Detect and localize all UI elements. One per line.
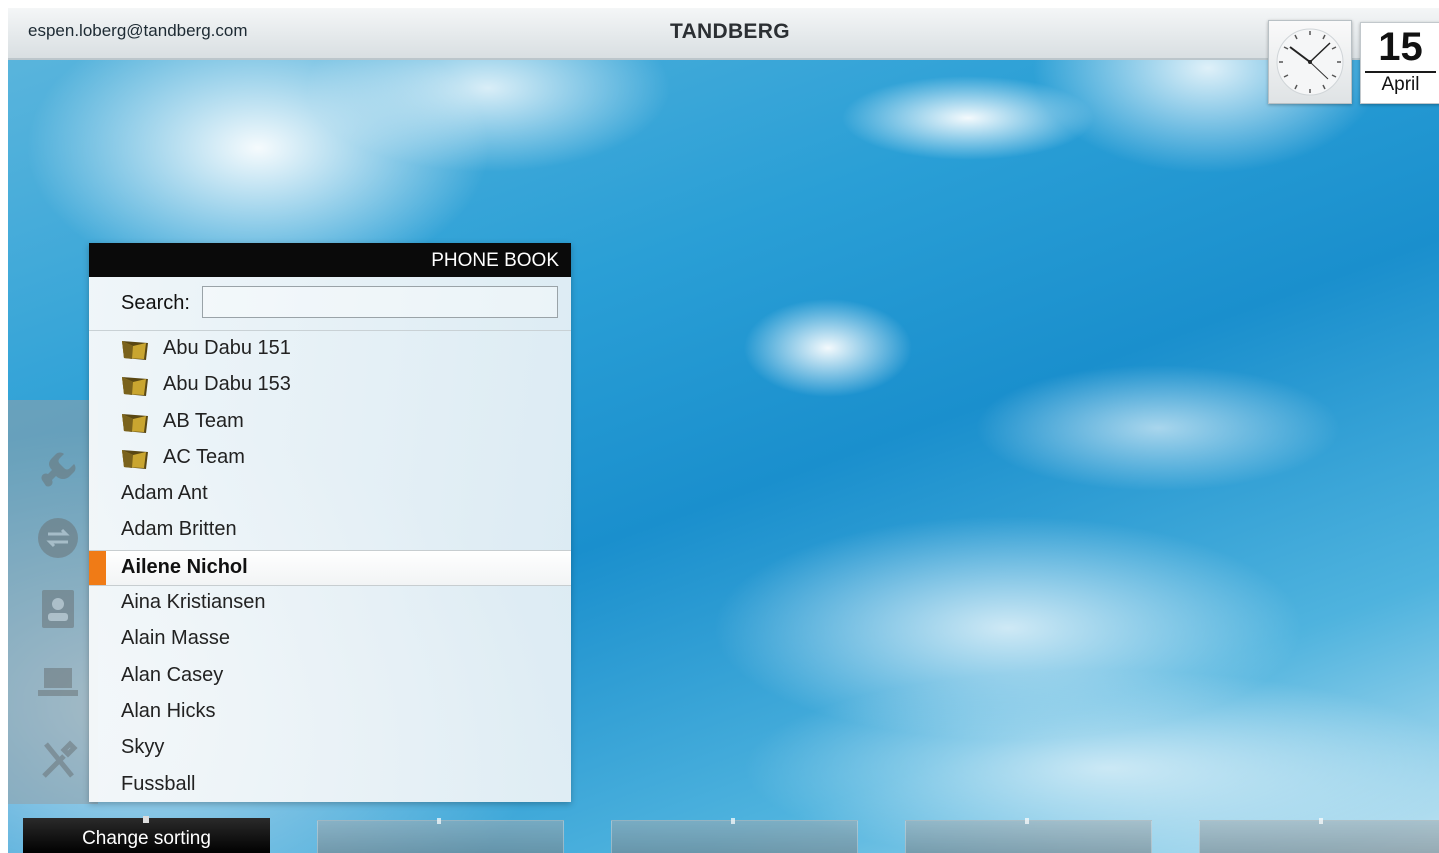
- list-item-label: Alan Hicks: [121, 699, 216, 722]
- list-item-label: Abu Dabu 153: [163, 373, 291, 396]
- top-bar: espen.loberg@tandberg.com TANDBERG: [8, 8, 1439, 60]
- swap-icon[interactable]: [34, 514, 82, 562]
- list-item-label: Aina Kristiansen: [121, 591, 266, 614]
- list-item-label: AC Team: [163, 445, 245, 468]
- softkey-3[interactable]: [611, 818, 858, 853]
- phone-book-list: Abu Dabu 151 Abu Dabu 153 AB Team AC Tea…: [89, 332, 571, 804]
- phone-book-panel: PHONE BOOK Search: Abu Dabu 151 Abu Dabu…: [89, 243, 571, 802]
- contact-item[interactable]: Adam Ant: [89, 477, 571, 513]
- user-email: espen.loberg@tandberg.com: [28, 21, 248, 40]
- panel-title: PHONE BOOK: [89, 243, 571, 277]
- folder-icon: [122, 341, 148, 360]
- laptop-icon[interactable]: [34, 658, 82, 706]
- list-item-label: Alain Masse: [121, 627, 230, 650]
- folder-icon: [122, 377, 148, 397]
- folder-icon: [122, 413, 148, 433]
- date-month: April: [1365, 71, 1436, 97]
- contact-card-icon[interactable]: [34, 584, 82, 632]
- search-label: Search:: [121, 292, 190, 314]
- list-item-label: Adam Britten: [121, 518, 237, 541]
- desktop-background: espen.loberg@tandberg.com TANDBERG 15 Ap…: [8, 8, 1439, 853]
- softkey-4[interactable]: [905, 818, 1152, 853]
- folder-item[interactable]: Abu Dabu 153: [89, 368, 571, 404]
- list-item-label: Skyy: [121, 736, 165, 759]
- contact-item[interactable]: Alan Casey: [89, 659, 571, 695]
- folder-item[interactable]: AC Team: [89, 441, 571, 477]
- softkey-5[interactable]: [1199, 818, 1439, 853]
- selection-marker: [89, 550, 106, 586]
- search-input[interactable]: [202, 286, 558, 318]
- folder-item[interactable]: Abu Dabu 151: [89, 332, 571, 368]
- contact-item[interactable]: Alain Masse: [89, 622, 571, 658]
- contact-item[interactable]: Aina Kristiansen: [89, 586, 571, 622]
- date-day: 15: [1378, 25, 1423, 69]
- clock-icon: [1268, 20, 1352, 104]
- contact-item[interactable]: Skyy: [89, 731, 571, 767]
- change-sorting-button[interactable]: Change sorting: [23, 816, 270, 853]
- softkey-2[interactable]: [317, 818, 564, 853]
- list-item-label: Ailene Nichol: [121, 555, 248, 578]
- contact-item[interactable]: Adam Britten: [89, 513, 571, 549]
- search-row: Search:: [89, 277, 571, 331]
- brand-logo: TANDBERG: [670, 20, 790, 43]
- list-item-label: Abu Dabu 151: [163, 337, 291, 359]
- list-item-label: AB Team: [163, 409, 244, 432]
- list-item-label: Fussball: [121, 772, 196, 795]
- contact-item[interactable]: Alan Hicks: [89, 695, 571, 731]
- list-item-label: Adam Ant: [121, 482, 208, 505]
- folder-item[interactable]: AB Team: [89, 405, 571, 441]
- contact-item[interactable]: Ailene Nichol: [89, 549, 571, 587]
- folder-icon: [122, 449, 148, 469]
- side-menu: [8, 400, 98, 804]
- softkey-bar: Change sorting: [8, 814, 1439, 853]
- tools-icon[interactable]: [34, 736, 82, 784]
- phone-icon[interactable]: [34, 442, 82, 490]
- contact-item[interactable]: Fussball: [89, 768, 571, 804]
- list-item-label: Alan Casey: [121, 663, 224, 686]
- date-widget: 15 April: [1360, 22, 1439, 104]
